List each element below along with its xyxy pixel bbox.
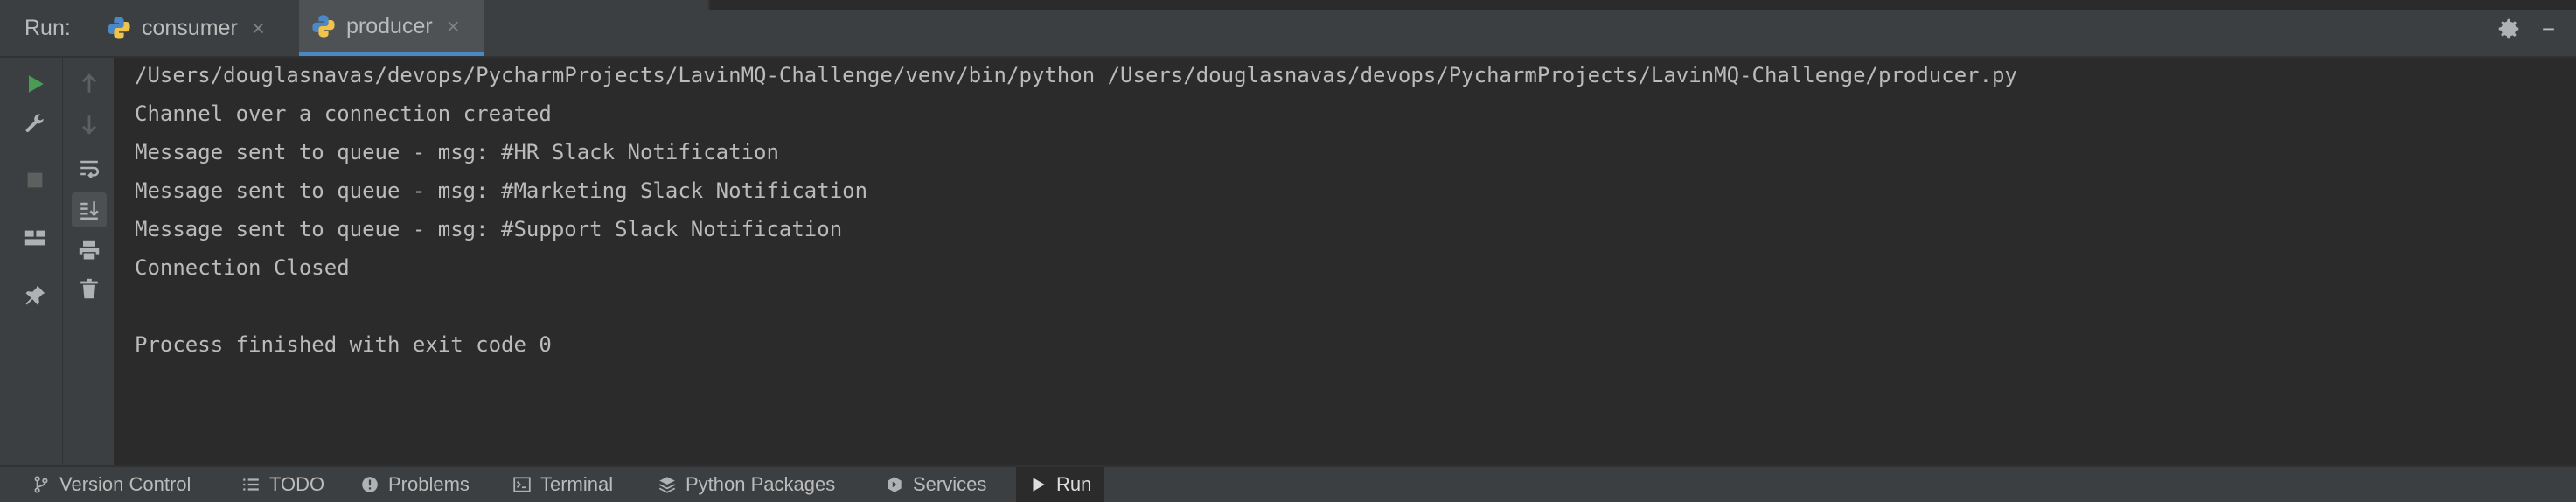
tool-window-version-control[interactable]: Version Control [19, 467, 203, 502]
printer-icon [79, 240, 100, 261]
tool-window-python-packages[interactable]: Python Packages [645, 467, 847, 502]
tool-window-problems[interactable]: Problems [348, 467, 482, 502]
python-icon [108, 17, 130, 39]
tool-window-todo[interactable]: TODO [229, 467, 337, 502]
arrow-up-icon [82, 73, 96, 93]
alert-icon [362, 477, 378, 492]
console-output[interactable]: /Users/douglasnavas/devops/PycharmProjec… [115, 58, 2576, 465]
tool-window-terminal[interactable]: Terminal [500, 467, 625, 502]
editor-peek [708, 0, 2576, 10]
console-line: /Users/douglasnavas/devops/PycharmProjec… [135, 63, 2017, 87]
tool-window-label: Problems [388, 473, 470, 495]
list-icon [243, 478, 259, 491]
rerun-button[interactable] [17, 66, 52, 101]
run-tools-primary [7, 58, 63, 465]
arrow-down-icon [82, 115, 96, 135]
console-line: Connection Closed [135, 255, 350, 280]
tool-window-label: TODO [269, 473, 325, 495]
tool-window-run[interactable]: Run [1016, 467, 1104, 502]
stop-icon [27, 172, 43, 188]
edit-configuration-button[interactable] [17, 107, 52, 142]
layers-icon [658, 477, 676, 493]
wrap-icon [80, 160, 100, 179]
close-icon[interactable]: × [447, 13, 460, 40]
minimize-icon[interactable]: − [2542, 16, 2555, 42]
run-label: Run: [24, 16, 71, 40]
console-line: Message sent to queue - msg: #Support Sl… [135, 217, 843, 241]
tool-window-label: Run [1056, 473, 1092, 495]
console-line: Message sent to queue - msg: #HR Slack N… [135, 140, 779, 164]
terminal-icon [513, 477, 531, 492]
run-toolbar: Run: consumer × producer × − [0, 0, 2576, 58]
stop-button[interactable] [17, 163, 52, 198]
pin-icon [25, 285, 45, 305]
pin-tab-button[interactable] [17, 278, 52, 313]
tab-consumer[interactable]: consumer × [96, 0, 289, 56]
trash-icon [80, 278, 98, 299]
restore-layout-button[interactable] [17, 220, 52, 255]
services-icon [888, 477, 902, 492]
play-icon [29, 75, 44, 93]
up-stack-trace-button[interactable] [72, 66, 107, 101]
left-edge-strip [0, 58, 7, 465]
run-tools-secondary [63, 58, 115, 465]
tool-window-bar: Version Control TODO Problems Terminal P… [0, 465, 2576, 502]
layout-icon [24, 230, 45, 246]
print-button[interactable] [72, 233, 107, 268]
python-icon [312, 15, 335, 38]
tool-window-label: Terminal [540, 473, 614, 495]
soft-wrap-button[interactable] [72, 150, 107, 185]
close-icon[interactable]: × [252, 15, 265, 42]
console-line: Process finished with exit code 0 [135, 332, 552, 357]
gear-icon[interactable] [2496, 16, 2522, 42]
tab-label: consumer [142, 15, 238, 40]
console-line: Channel over a connection created [135, 101, 552, 126]
scroll-to-end-icon [80, 201, 99, 220]
tab-producer[interactable]: producer × [299, 0, 484, 56]
tab-label: producer [346, 13, 433, 38]
tool-window-label: Version Control [59, 473, 191, 495]
play-icon [1033, 478, 1045, 492]
tool-window-label: Services [913, 473, 987, 495]
console-line: Message sent to queue - msg: #Marketing … [135, 178, 868, 203]
scroll-to-end-button[interactable] [72, 192, 107, 227]
wrench-icon [25, 114, 44, 132]
clear-all-button[interactable] [72, 271, 107, 306]
tool-window-services[interactable]: Services [873, 467, 999, 502]
branch-icon [34, 476, 48, 493]
tool-window-label: Python Packages [686, 473, 836, 495]
down-stack-trace-button[interactable] [72, 107, 107, 142]
